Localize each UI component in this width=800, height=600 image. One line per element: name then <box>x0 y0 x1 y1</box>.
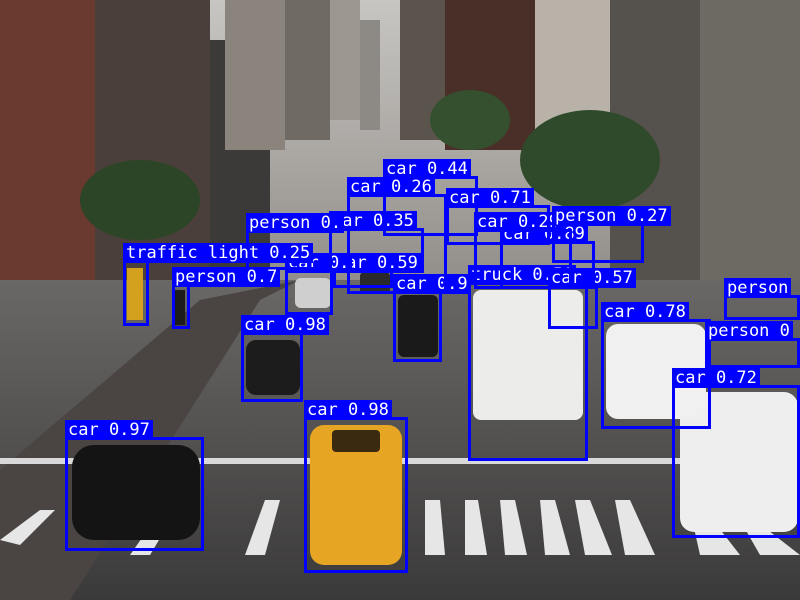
detection-box: person 0 <box>705 321 800 368</box>
detection-box: car 0. <box>285 253 353 315</box>
detection-box: traffic light 0.25 <box>123 243 314 326</box>
detection-box: person <box>724 278 800 320</box>
detection-box: car 0.71 <box>446 188 550 245</box>
detection-label: car 0.71 <box>446 188 534 208</box>
detection-label: car 0.97 <box>65 420 153 440</box>
detection-label: car 0.78 <box>601 302 689 322</box>
detection-label: person 0.7 <box>172 267 281 287</box>
detection-box: car 0.57 <box>548 268 636 329</box>
detection-box: person 0.7 <box>172 267 281 329</box>
detection-label: person 0. <box>246 213 345 233</box>
detection-box: car 0.78 <box>601 302 711 429</box>
detection-label: person 0 <box>705 321 793 341</box>
detection-label: car 0.26 <box>347 177 435 197</box>
detection-label: person 0.27 <box>552 206 671 226</box>
detection-box: car 0.97 <box>65 420 204 551</box>
detection-label: person <box>724 278 792 298</box>
detection-box: car 0.98 <box>304 400 408 573</box>
detection-label: traffic light 0.25 <box>123 243 314 263</box>
detection-scene: car 0.97 car 0.98 car 0.98 car 0.72 car … <box>0 0 800 600</box>
detection-label: car 0.98 <box>304 400 392 420</box>
detection-label: car 0.98 <box>241 315 329 335</box>
detection-label: car 0.44 <box>383 159 471 179</box>
detection-box: car 0.98 <box>241 315 329 402</box>
detection-box: car 0.9 <box>393 274 471 362</box>
detection-box: person 0.27 <box>552 206 671 263</box>
